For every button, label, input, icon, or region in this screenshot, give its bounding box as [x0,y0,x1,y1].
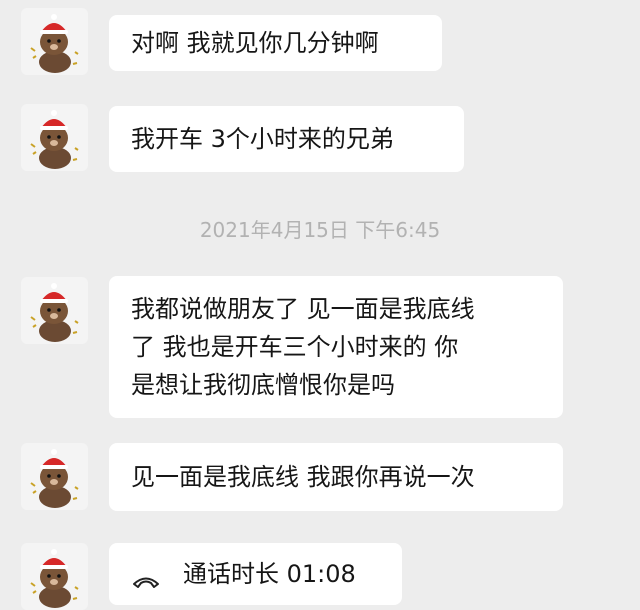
phone-hangup-icon [131,564,161,588]
call-record-bubble[interactable]: 通话时长 01:08 [109,543,402,605]
avatar[interactable] [21,543,88,610]
avatar[interactable] [21,443,88,510]
bear-icon [30,549,79,608]
call-duration-label: 通话时长 01:08 [183,560,356,588]
message-line: 是想让我彻底憎恨你是吗 [131,371,395,399]
message-bubble[interactable]: 对啊 我就见你几分钟啊 [109,15,442,71]
message-line: 我都说做朋友了 见一面是我底线 [131,295,475,323]
message-line: 了 我也是开车三个小时来的 你 [131,333,459,361]
message-bubble[interactable]: 我都说做朋友了 见一面是我底线 了 我也是开车三个小时来的 你 是想让我彻底憎恨… [109,276,563,418]
avatar[interactable] [21,277,88,344]
message-bubble[interactable]: 见一面是我底线 我跟你再说一次 [109,443,563,511]
avatar[interactable] [21,104,88,171]
message-bubble[interactable]: 我开车 3个小时来的兄弟 [109,106,464,172]
chat-timestamp: 2021年4月15日 下午6:45 [199,218,441,242]
avatar[interactable] [21,8,88,75]
bear-icon [30,283,79,342]
bear-icon [30,14,79,73]
bear-icon [30,449,79,508]
bear-icon [30,110,79,169]
